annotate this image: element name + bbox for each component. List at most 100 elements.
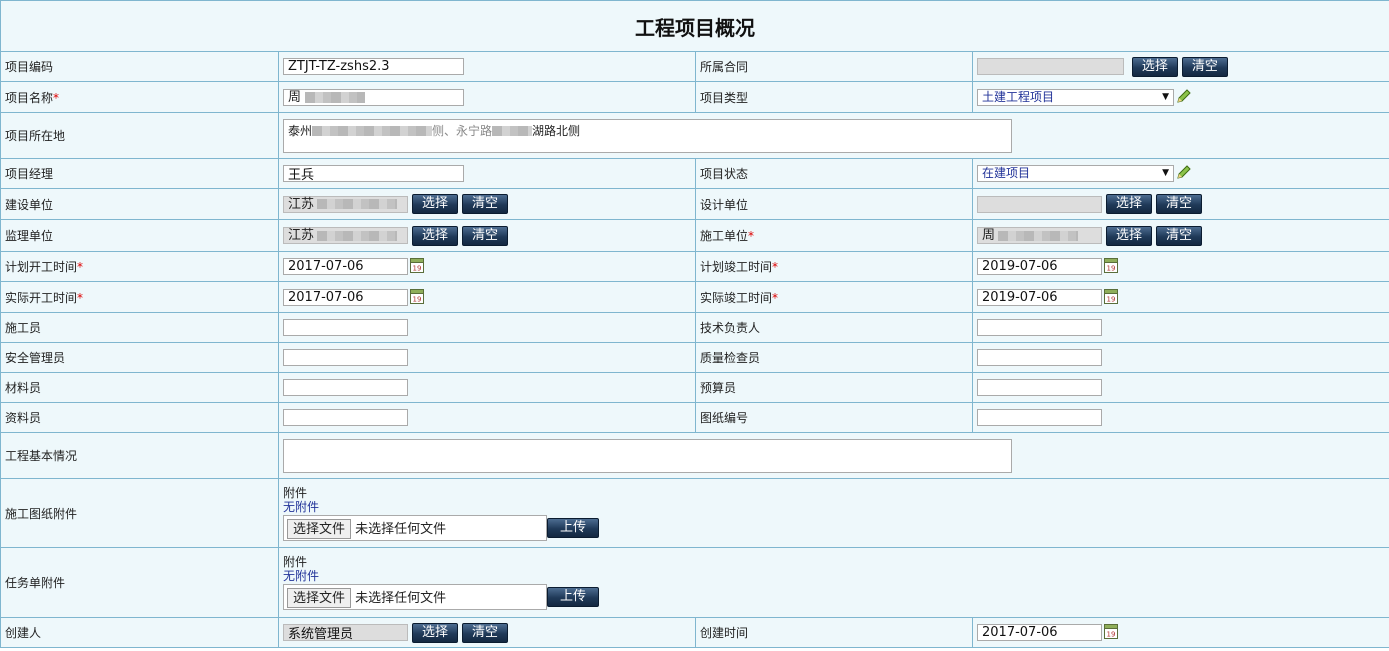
plan-start-label: 计划开工时间 — [5, 260, 78, 274]
created-at-label: 创建时间 — [695, 617, 973, 648]
creator-input[interactable] — [283, 624, 408, 641]
project-form: 工程项目概况 项目编码 所属合同 选择清空 项目名称* 周 项目类型 土建工程项… — [0, 0, 1389, 648]
redacted-text — [317, 199, 398, 209]
design-unit-select-button[interactable]: 选择 — [1106, 194, 1153, 214]
build-unit-value: 江苏 — [288, 196, 315, 212]
required-mark: * — [77, 290, 84, 305]
location-textarea[interactable]: 泰州 侧、永宁路 湖路北侧 — [283, 118, 1012, 153]
calendar-icon[interactable]: 19 — [1104, 257, 1118, 276]
basic-info-textarea[interactable] — [283, 438, 1012, 473]
supervise-unit-label: 监理单位 — [0, 219, 279, 252]
plan-end-input[interactable] — [977, 258, 1102, 275]
plan-start-label-cell: 计划开工时间* — [0, 251, 279, 282]
tech-lead-label: 技术负责人 — [695, 312, 973, 343]
manager-label: 项目经理 — [0, 158, 279, 189]
drawing-no-input[interactable] — [977, 409, 1102, 426]
plan-end-label: 计划竣工时间 — [700, 260, 773, 274]
quality-label: 质量检查员 — [695, 342, 973, 373]
created-at-input[interactable] — [977, 624, 1102, 641]
drawing-upload-button[interactable]: 上传 — [547, 517, 600, 538]
attachment-label: 附件 — [283, 555, 308, 569]
build-unit-clear-button[interactable]: 清空 — [462, 194, 509, 214]
material-input[interactable] — [283, 379, 408, 396]
actual-start-label: 实际开工时间 — [5, 290, 78, 305]
safety-label: 安全管理员 — [0, 342, 279, 373]
file-status: 未选择任何文件 — [355, 591, 447, 606]
build-unit-label: 建设单位 — [0, 188, 279, 220]
build-unit-select-button[interactable]: 选择 — [412, 194, 459, 214]
no-attachment-link[interactable]: 无附件 — [283, 569, 1385, 583]
project-code-label: 项目编码 — [0, 51, 279, 82]
design-unit-input[interactable] — [977, 195, 1102, 213]
plan-end-label-cell: 计划竣工时间* — [695, 251, 973, 282]
actual-start-input[interactable] — [283, 288, 408, 306]
redacted-text — [305, 91, 366, 103]
actual-start-label-cell: 实际开工时间* — [0, 281, 279, 313]
no-attachment-link[interactable]: 无附件 — [283, 500, 1385, 514]
location-label: 项目所在地 — [0, 112, 279, 159]
quality-input[interactable] — [977, 349, 1102, 366]
design-unit-label: 设计单位 — [695, 188, 973, 220]
calendar-icon[interactable]: 19 — [410, 288, 424, 307]
budget-label: 预算员 — [695, 372, 973, 403]
actual-end-label-cell: 实际竣工时间* — [695, 281, 973, 313]
calendar-icon[interactable]: 19 — [410, 257, 424, 276]
choose-file-button[interactable]: 选择文件 — [287, 588, 352, 608]
drawing-file-input[interactable]: 选择文件 未选择任何文件 — [283, 514, 547, 541]
status-select[interactable]: 在建项目 ▼ — [977, 165, 1174, 182]
drawing-no-label: 图纸编号 — [695, 402, 973, 433]
redacted-text — [312, 126, 433, 136]
location-value-start: 泰州 — [288, 123, 313, 138]
required-mark: * — [77, 260, 84, 274]
required-mark: * — [748, 229, 755, 243]
svg-text:19: 19 — [1107, 265, 1116, 273]
choose-file-button[interactable]: 选择文件 — [287, 518, 352, 539]
calendar-icon[interactable]: 19 — [1104, 623, 1118, 642]
supervise-unit-select-button[interactable]: 选择 — [412, 225, 459, 246]
project-type-select[interactable]: 土建工程项目 ▼ — [977, 88, 1174, 106]
builder-input[interactable] — [283, 319, 408, 336]
builder-label: 施工员 — [0, 312, 279, 343]
svg-text:19: 19 — [1107, 631, 1116, 639]
supervise-unit-clear-button[interactable]: 清空 — [462, 225, 509, 246]
construct-unit-value: 周 — [982, 228, 996, 243]
basic-info-label: 工程基本情况 — [0, 432, 279, 479]
task-upload-button[interactable]: 上传 — [547, 587, 600, 607]
safety-input[interactable] — [283, 349, 408, 366]
task-file-input[interactable]: 选择文件 未选择任何文件 — [283, 584, 547, 610]
contract-clear-button[interactable]: 清空 — [1181, 56, 1228, 77]
required-mark: * — [53, 90, 60, 105]
docs-label: 资料员 — [0, 402, 279, 433]
svg-text:19: 19 — [1107, 295, 1116, 303]
design-unit-clear-button[interactable]: 清空 — [1156, 194, 1203, 214]
docs-input[interactable] — [283, 409, 408, 426]
supervise-unit-input[interactable]: 江苏 — [283, 227, 408, 244]
redacted-text — [317, 230, 398, 241]
contract-label: 所属合同 — [695, 51, 973, 82]
construct-unit-label: 施工单位 — [700, 229, 749, 243]
status-value: 在建项目 — [982, 166, 1031, 180]
plan-start-input[interactable] — [283, 258, 408, 275]
budget-input[interactable] — [977, 379, 1102, 396]
construct-unit-select-button[interactable]: 选择 — [1106, 225, 1153, 246]
creator-clear-button[interactable]: 清空 — [462, 622, 509, 643]
calendar-icon[interactable]: 19 — [1104, 288, 1118, 307]
tech-lead-input[interactable] — [977, 319, 1102, 336]
pencil-icon[interactable] — [1176, 164, 1192, 183]
contract-select-button[interactable]: 选择 — [1131, 56, 1178, 77]
actual-end-input[interactable] — [977, 288, 1102, 306]
drawing-attach-label: 施工图纸附件 — [0, 478, 279, 548]
chevron-down-icon: ▼ — [1162, 91, 1169, 102]
project-name-input[interactable]: 周 — [283, 88, 464, 106]
project-code-input[interactable] — [283, 58, 464, 75]
manager-input[interactable] — [283, 165, 464, 182]
page-title: 工程项目概况 — [0, 0, 1389, 52]
build-unit-input[interactable]: 江苏 — [283, 195, 408, 213]
material-label: 材料员 — [0, 372, 279, 403]
construct-unit-input[interactable]: 周 — [977, 227, 1102, 244]
construct-unit-clear-button[interactable]: 清空 — [1156, 225, 1203, 246]
task-attach-label: 任务单附件 — [0, 547, 279, 618]
pencil-icon[interactable] — [1176, 88, 1192, 107]
contract-input[interactable] — [977, 58, 1124, 75]
creator-select-button[interactable]: 选择 — [412, 622, 459, 643]
